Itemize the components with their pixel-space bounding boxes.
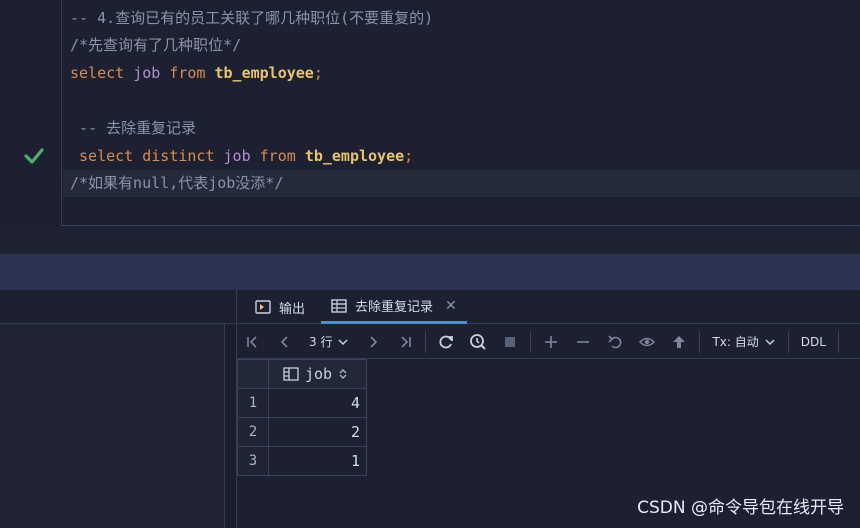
code-line-6: select distinct job from tb_employee; xyxy=(79,147,414,165)
code-line-7: /*如果有null,代表job没添*/ xyxy=(63,170,860,197)
column-header-label: job xyxy=(305,365,333,383)
add-row-button[interactable] xyxy=(535,325,567,359)
eye-icon xyxy=(639,337,656,346)
chevron-left-icon xyxy=(280,335,288,348)
table-row[interactable]: 1 4 xyxy=(237,388,367,418)
code-line-3: select job from tb_employee; xyxy=(70,64,323,82)
table-row[interactable]: 3 1 xyxy=(237,446,367,476)
tx-mode-dropdown[interactable]: Tx: 自动 xyxy=(704,333,783,350)
chevron-down-icon xyxy=(338,338,348,345)
table-row[interactable]: 2 2 xyxy=(237,417,367,447)
job-cell[interactable]: 1 xyxy=(268,446,367,476)
services-toolbar xyxy=(0,290,236,324)
toolbar-divider xyxy=(837,330,839,353)
result-grid: job 1 4 2 2 3 1 xyxy=(237,359,367,476)
row-count-label: 3 行 xyxy=(309,335,333,349)
undo-icon xyxy=(608,334,622,348)
minus-icon xyxy=(577,340,590,343)
row-count-dropdown[interactable]: 3 行 xyxy=(301,333,357,350)
first-page-button[interactable] xyxy=(237,325,269,359)
toolbar-divider xyxy=(787,330,789,353)
grid-header-row: job xyxy=(237,359,367,389)
delete-row-button[interactable] xyxy=(567,325,599,359)
panel-splitter[interactable] xyxy=(0,254,860,290)
refresh-icon xyxy=(439,335,454,348)
code-line-2: /*先查询有了几种职位*/ xyxy=(70,36,242,54)
output-icon xyxy=(255,300,271,314)
stop-icon xyxy=(505,336,516,347)
row-number: 2 xyxy=(237,417,269,447)
results-toolbar: 3 行 Tx: 自动 DDL xyxy=(237,325,860,359)
chevron-right-icon xyxy=(370,335,378,348)
panel-scrollbar[interactable] xyxy=(224,324,236,528)
tab-output[interactable]: 输出 xyxy=(245,290,315,324)
view-button[interactable] xyxy=(631,325,663,359)
grid-corner[interactable] xyxy=(237,359,269,389)
last-page-button[interactable] xyxy=(389,325,421,359)
services-panel xyxy=(0,290,236,528)
row-number: 1 xyxy=(237,388,269,418)
revert-button[interactable] xyxy=(599,325,631,359)
tx-mode-label: Tx: 自动 xyxy=(712,335,759,349)
history-button[interactable] xyxy=(462,325,494,359)
tab-distinct-result[interactable]: 去除重复记录 ✕ xyxy=(321,290,467,324)
ddl-button[interactable]: DDL xyxy=(793,335,834,349)
prev-page-button[interactable] xyxy=(269,325,301,359)
last-page-icon xyxy=(401,335,412,348)
first-page-icon xyxy=(247,335,257,348)
stop-button[interactable] xyxy=(494,325,526,359)
sort-icon[interactable] xyxy=(338,368,348,380)
ddl-label: DDL xyxy=(800,334,826,349)
column-header-job[interactable]: job xyxy=(268,359,367,389)
editor-gutter xyxy=(0,0,62,226)
editor-footer xyxy=(0,227,860,254)
submit-button[interactable] xyxy=(663,325,695,359)
results-tabs: 输出 去除重复记录 ✕ xyxy=(237,290,860,324)
watermark: CSDN @命令导包在线开导 xyxy=(637,498,844,518)
tab-distinct-label: 去除重复记录 xyxy=(355,300,434,315)
toolbar-divider xyxy=(425,330,427,353)
tab-output-label: 输出 xyxy=(279,301,306,317)
job-cell[interactable]: 4 xyxy=(268,388,367,418)
table-icon xyxy=(331,298,347,313)
job-cell[interactable]: 2 xyxy=(268,417,367,447)
code-line-5: -- 去除重复记录 xyxy=(70,119,197,137)
column-icon xyxy=(283,367,299,381)
close-icon[interactable]: ✕ xyxy=(445,298,457,314)
toolbar-divider xyxy=(530,330,532,353)
chevron-down-icon xyxy=(765,338,775,345)
plus-icon xyxy=(545,335,558,348)
next-page-button[interactable] xyxy=(357,325,389,359)
code-area[interactable]: -- 4.查询已有的员工关联了哪几种职位(不要重复的) /*先查询有了几种职位*… xyxy=(63,0,860,226)
arrow-up-icon xyxy=(673,335,686,348)
refresh-button[interactable] xyxy=(430,325,462,359)
row-number: 3 xyxy=(237,446,269,476)
sql-editor[interactable]: -- 4.查询已有的员工关联了哪几种职位(不要重复的) /*先查询有了几种职位*… xyxy=(0,0,860,226)
check-icon xyxy=(24,148,44,164)
toolbar-divider xyxy=(699,330,701,353)
code-line-1: -- 4.查询已有的员工关联了哪几种职位(不要重复的) xyxy=(70,9,434,27)
clock-search-icon xyxy=(470,333,487,350)
